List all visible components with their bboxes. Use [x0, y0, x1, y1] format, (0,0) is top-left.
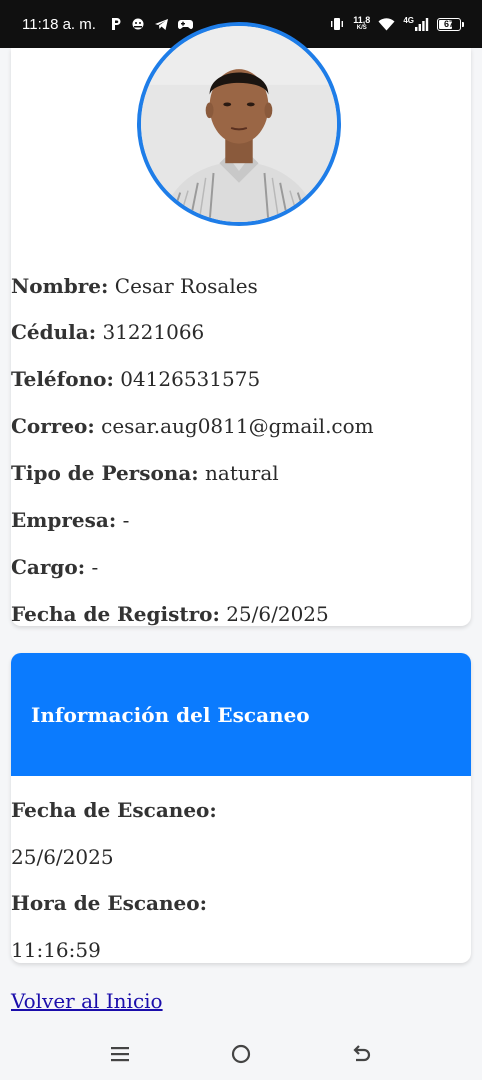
scan-time-value: 11:16:59: [11, 938, 101, 962]
system-nav-bar: [0, 1028, 482, 1080]
field-telefono: Teléfono: 04126531575: [11, 367, 260, 391]
vibrate-icon: [331, 18, 344, 30]
field-correo-value: cesar.aug0811@gmail.com: [101, 414, 374, 438]
status-right: 11,8 K/S 4G 67: [329, 16, 464, 32]
menu-icon: [111, 1047, 129, 1062]
scan-info-header: Información del Escaneo: [11, 653, 471, 776]
telegram-icon: [154, 18, 168, 30]
notification-icons: [110, 17, 193, 31]
field-empresa: Empresa: -: [11, 508, 129, 532]
network-type: 4G: [403, 16, 414, 25]
signal-icon: [415, 18, 429, 31]
field-nombre: Nombre: Cesar Rosales: [11, 274, 258, 298]
gamepad-icon: [177, 20, 193, 29]
field-fecha-registro-label: Fecha de Registro:: [11, 602, 220, 626]
signal-indicator: 4G: [403, 17, 429, 31]
field-cargo-label: Cargo:: [11, 555, 86, 579]
parking-app-icon: [111, 18, 121, 30]
battery-level: 67: [443, 19, 454, 29]
field-tipo-persona-label: Tipo de Persona:: [11, 461, 199, 485]
field-cedula-label: Cédula:: [11, 320, 97, 344]
field-cargo: Cargo: -: [11, 555, 98, 579]
field-cargo-value: -: [91, 555, 99, 579]
speed-unit: K/S: [356, 25, 367, 31]
scan-date-label: Fecha de Escaneo:: [11, 798, 217, 822]
profile-photo-image: [141, 26, 337, 222]
field-correo: Correo: cesar.aug0811@gmail.com: [11, 414, 374, 438]
profile-photo: [137, 22, 341, 226]
android-icon: [132, 18, 144, 30]
field-nombre-label: Nombre:: [11, 274, 109, 298]
field-fecha-registro-value: 25/6/2025: [226, 602, 329, 626]
network-speed: 11,8 K/S: [353, 16, 370, 32]
field-correo-label: Correo:: [11, 414, 95, 438]
menu-button[interactable]: [106, 1040, 134, 1068]
profile-card: Nombre: Cesar Rosales Cédula: 31221066 T…: [11, 22, 471, 626]
battery-icon: 67: [437, 17, 464, 31]
scan-info-card: Información del Escaneo Fecha de Escaneo…: [11, 653, 471, 963]
field-tipo-persona-value: natural: [205, 461, 279, 485]
scan-date-value: 25/6/2025: [11, 845, 114, 869]
wifi-icon: [378, 17, 395, 30]
home-button[interactable]: [227, 1040, 255, 1068]
field-empresa-label: Empresa:: [11, 508, 117, 532]
back-home-link[interactable]: Volver al Inicio: [11, 989, 163, 1013]
field-cedula: Cédula: 31221066: [11, 320, 204, 344]
field-telefono-value: 04126531575: [120, 367, 261, 391]
field-empresa-value: -: [122, 508, 130, 532]
status-left: 11:18 a. m.: [22, 16, 193, 33]
home-icon: [231, 1044, 251, 1064]
scan-time-label: Hora de Escaneo:: [11, 891, 207, 915]
scan-info-title: Información del Escaneo: [31, 702, 310, 727]
field-fecha-registro: Fecha de Registro: 25/6/2025: [11, 602, 329, 626]
field-nombre-value: Cesar Rosales: [114, 274, 258, 298]
back-button[interactable]: [348, 1040, 376, 1068]
status-time: 11:18 a. m.: [22, 15, 96, 33]
back-icon: [353, 1045, 371, 1062]
field-telefono-label: Teléfono:: [11, 367, 114, 391]
field-cedula-value: 31221066: [102, 320, 205, 344]
field-tipo-persona: Tipo de Persona: natural: [11, 461, 279, 485]
